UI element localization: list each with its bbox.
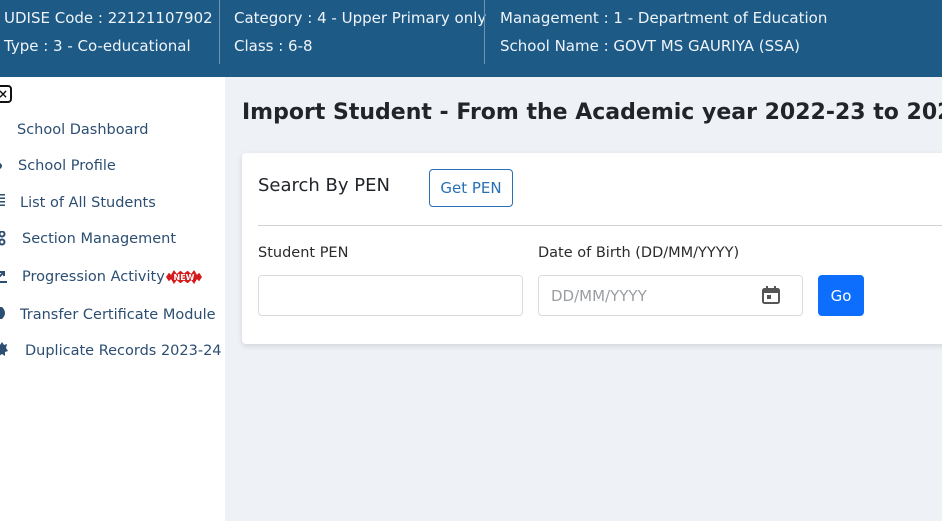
sidebar-item-label: List of All Students xyxy=(20,195,156,211)
search-by-pen-card: Search By PEN Get PEN Student PEN Date o… xyxy=(242,153,942,344)
sidebar-item-label: School Dashboard xyxy=(17,122,149,138)
calendar-icon[interactable] xyxy=(761,285,781,305)
sidebar-item-label: Section Management xyxy=(22,231,176,247)
sidebar-item-transfer-certificate-module[interactable]: Transfer Certificate Module xyxy=(0,302,216,328)
udise-code: UDISE Code : 22121107902 xyxy=(4,9,213,27)
sidebar-item-label: Duplicate Records 2023-24 xyxy=(25,343,222,359)
header-divider xyxy=(219,0,220,64)
new-badge: NEW xyxy=(166,270,202,284)
school-class: Class : 6-8 xyxy=(234,37,313,55)
gears-icon xyxy=(0,231,6,246)
header-divider xyxy=(484,0,485,64)
get-pen-button[interactable]: Get PEN xyxy=(429,169,513,207)
progression-icon xyxy=(0,271,7,283)
go-button[interactable]: Go xyxy=(818,275,864,316)
dob-label: Date of Birth (DD/MM/YYYY) xyxy=(538,245,740,261)
student-pen-input[interactable] xyxy=(258,275,523,316)
page-title: Import Student - From the Academic year … xyxy=(242,100,942,125)
sidebar-item-label: Progression Activity xyxy=(22,269,165,285)
badge-icon xyxy=(0,342,8,356)
student-pen-label: Student PEN xyxy=(258,245,349,261)
dashboard-icon xyxy=(0,122,8,138)
certificate-icon xyxy=(0,307,5,319)
sidebar-item-school-profile[interactable]: School Profile xyxy=(0,153,200,179)
school-management: Management : 1 - Department of Education xyxy=(500,9,828,27)
list-icon xyxy=(0,194,5,206)
school-category: Category : 4 - Upper Primary only xyxy=(234,9,487,27)
sidebar-item-duplicate-records[interactable]: Duplicate Records 2023-24 xyxy=(0,338,222,364)
sidebar-item-label: School Profile xyxy=(18,158,116,174)
sidebar-item-section-management[interactable]: Section Management xyxy=(0,226,200,252)
school-info-header: UDISE Code : 22121107902 Type : 3 - Co-e… xyxy=(0,0,942,77)
close-sidebar-button[interactable]: × xyxy=(0,85,12,103)
sidebar-item-progression-activity[interactable]: Progression Activity NEW xyxy=(0,264,210,290)
close-icon: × xyxy=(0,87,9,101)
sidebar-item-label: Transfer Certificate Module xyxy=(20,307,216,323)
card-divider xyxy=(258,225,942,226)
card-title: Search By PEN xyxy=(258,175,390,196)
sidebar-item-school-dashboard[interactable]: School Dashboard xyxy=(0,117,200,143)
school-name: School Name : GOVT MS GAURIYA (SSA) xyxy=(500,37,801,55)
sidebar-item-list-of-all-students[interactable]: List of All Students xyxy=(0,190,200,216)
school-type: Type : 3 - Co-educational xyxy=(4,37,191,55)
sidebar: × School Dashboard School Profile List o… xyxy=(0,77,225,521)
profile-icon xyxy=(0,163,2,169)
